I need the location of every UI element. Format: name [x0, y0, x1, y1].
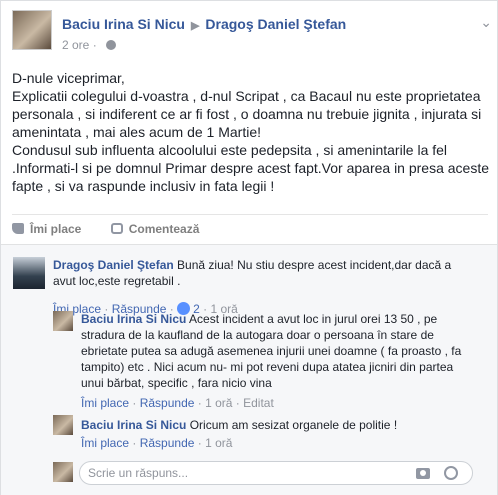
comment-time[interactable]: 1 oră [205, 436, 232, 450]
post-paragraph: Condusul sub influenta alcoolului este p… [12, 142, 490, 194]
avatar [53, 462, 73, 482]
comment-author[interactable]: Baciu Irina Si Nicu [81, 312, 186, 326]
comment-label: Comentează [128, 222, 200, 236]
post-actions: Îmi place Comentează [12, 214, 488, 242]
comment-like-link[interactable]: Îmi place [81, 436, 129, 450]
author-name[interactable]: Baciu Irina Si Nicu [62, 16, 185, 32]
author-avatar[interactable] [12, 10, 52, 50]
target-name[interactable]: Dragoş Daniel Ştefan [205, 16, 346, 32]
post-paragraph: D-nule viceprimar, [12, 70, 125, 86]
comment-meta: Îmi place · Răspunde · 1 oră [81, 436, 233, 450]
comment-text: Oricum am sesizat organele de politie ! [189, 418, 398, 432]
post-header: Baciu Irina Si Nicu ▶ Dragoş Daniel Ştefan… [12, 10, 492, 58]
avatar[interactable] [13, 257, 45, 289]
comment-text-block: Baciu Irina Si Nicu Oricum am sesizat or… [81, 417, 465, 433]
comment-time[interactable]: 1 oră [205, 396, 232, 410]
edited-label[interactable]: Editat [243, 396, 274, 410]
comment-reply-link[interactable]: Răspunde [140, 436, 195, 450]
reply-box[interactable] [79, 461, 473, 485]
comment-text-block: Dragoş Daniel Ştefan Bună ziua! Nu stiu … [53, 257, 473, 289]
comment-text-block: Baciu Irina Si Nicu Acest incident a avu… [81, 311, 465, 391]
thumbs-up-icon [12, 223, 24, 234]
arrow-right-icon: ▶ [190, 20, 200, 32]
comment-button[interactable]: Comentează [110, 222, 200, 236]
emoji-icon[interactable] [444, 466, 458, 480]
comment-author[interactable]: Dragoş Daniel Ştefan [53, 258, 174, 272]
like-button[interactable]: Îmi place [12, 222, 81, 236]
avatar[interactable] [53, 415, 73, 435]
like-label: Îmi place [30, 222, 82, 236]
camera-icon[interactable] [416, 468, 430, 479]
comment-reply-link[interactable]: Răspunde [140, 396, 195, 410]
post-paragraph: Explicatii colegului d-voastra , d-nul S… [12, 88, 482, 140]
avatar[interactable] [53, 311, 73, 331]
globe-icon[interactable] [106, 40, 117, 50]
comment-icon [110, 223, 123, 234]
comment-like-link[interactable]: Îmi place [81, 396, 129, 410]
comment-author[interactable]: Baciu Irina Si Nicu [81, 418, 186, 432]
author-line: Baciu Irina Si Nicu ▶ Dragoş Daniel Ştefan [62, 16, 346, 32]
reply-input[interactable] [88, 465, 388, 481]
comment-meta: Îmi place · Răspunde · 1 oră · Editat [81, 396, 274, 410]
timestamp[interactable]: 2 ore [62, 38, 89, 52]
post-body: D-nule viceprimar, Explicatii colegului … [12, 69, 490, 195]
chevron-down-icon[interactable]: ⌄ [480, 14, 492, 31]
post-time: 2 ore · [62, 38, 117, 52]
comments-section: Dragoş Daniel Ştefan Bună ziua! Nu stiu … [1, 244, 497, 495]
post-card: Baciu Irina Si Nicu ▶ Dragoş Daniel Ştefan… [0, 0, 498, 495]
